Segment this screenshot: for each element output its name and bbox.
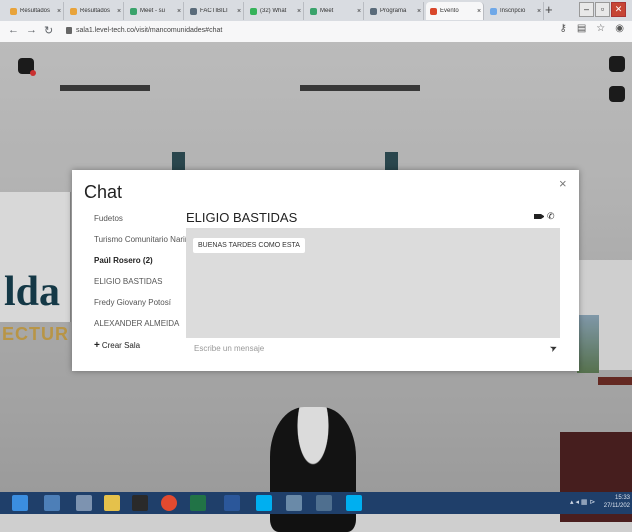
tab-close-icon[interactable]: × — [235, 8, 243, 15]
contact-item[interactable]: Turismo Comunitario Nariño — [94, 235, 194, 245]
contact-item[interactable]: Fredy Giovany Potosí — [94, 298, 194, 308]
tab-title: Inscripcio — [500, 8, 526, 14]
terminal-icon[interactable] — [132, 495, 148, 511]
favicon-icon — [310, 7, 317, 15]
tab-close-icon[interactable]: × — [475, 8, 483, 15]
extension-icon[interactable]: ▤ — [577, 23, 586, 34]
start-button-icon[interactable] — [12, 495, 28, 511]
close-icon[interactable]: × — [559, 176, 567, 191]
tab-title: Resultados — [80, 8, 111, 14]
phone-call-icon[interactable]: ✆ — [547, 211, 555, 222]
skype-icon[interactable] — [256, 495, 272, 511]
tab-close-icon[interactable]: × — [295, 8, 303, 15]
tab-close-icon[interactable]: × — [55, 8, 63, 15]
forward-icon[interactable]: → — [26, 24, 37, 36]
tab-title: Meet - su — [140, 8, 166, 14]
url-field[interactable]: sala1.level-tech.co/visit/mancomunidades… — [76, 25, 222, 37]
tab-title: Programa — [380, 8, 407, 14]
star-icon[interactable]: ☆ — [596, 23, 605, 34]
browser-tab[interactable]: FACTIBILI × — [186, 2, 244, 20]
system-tray-icons[interactable]: ▴ ◂ ▦ ⊳ — [570, 498, 595, 506]
skype-icon[interactable] — [346, 495, 362, 511]
favicon-icon — [430, 7, 437, 15]
tab-title: Evento — [440, 8, 459, 14]
file-explorer-icon[interactable] — [104, 495, 120, 511]
key-icon[interactable]: ⚷ — [560, 23, 567, 34]
minimize-button[interactable]: – — [579, 2, 594, 17]
contact-item[interactable]: Fudetos — [94, 214, 194, 224]
call-actions: ✆ — [534, 211, 555, 222]
tab-close-icon[interactable]: × — [535, 8, 543, 15]
task-view-icon[interactable] — [44, 495, 60, 511]
favicon-icon — [130, 7, 137, 15]
browser-tab-bar: Resultados × Resultados × Meet - su × FACTIBIL… — [0, 0, 632, 21]
chat-contact-name: ELIGIO BASTIDAS — [186, 210, 298, 225]
browser-tab[interactable]: Meet × — [306, 2, 364, 20]
lock-icon — [66, 27, 72, 34]
browser-tab[interactable]: (32) What × — [246, 2, 304, 20]
browser-tab[interactable]: Programa × — [366, 2, 424, 20]
favicon-icon — [190, 7, 197, 15]
profile-icon[interactable]: ◉ — [615, 23, 624, 34]
favicon-icon — [250, 7, 257, 15]
word-icon[interactable] — [224, 495, 240, 511]
video-call-icon[interactable] — [534, 214, 544, 219]
excel-icon[interactable] — [190, 495, 206, 511]
browser-toolbar: ⚷ ▤ ☆ ◉ — [560, 23, 624, 34]
tab-title: Meet — [320, 8, 334, 14]
tab-close-icon[interactable]: × — [175, 8, 183, 15]
contact-item[interactable]: ELIGIO BASTIDAS — [94, 277, 194, 287]
browser-tab[interactable]: Meet - su × — [126, 2, 184, 20]
contact-list: Fudetos Turismo Comunitario Nariño Paúl Ro… — [94, 214, 194, 351]
browser-tab[interactable]: Resultados × — [6, 2, 64, 20]
tab-close-icon[interactable]: × — [355, 8, 363, 15]
tab-title: (32) What — [260, 8, 287, 14]
clock[interactable]: 15:33 27/11/202 — [604, 494, 630, 510]
favicon-icon — [370, 7, 377, 15]
contact-item[interactable]: Paúl Rosero (2) — [94, 256, 194, 266]
message-area: BUENAS TARDES COMO ESTA — [186, 228, 560, 338]
message-input-row: ➤ — [186, 340, 560, 358]
new-tab-button[interactable]: + — [545, 2, 553, 18]
favicon-icon — [490, 7, 497, 15]
maximize-button[interactable]: ▫ — [595, 2, 610, 17]
browser-tab[interactable]: Resultados × — [66, 2, 124, 20]
tab-close-icon[interactable]: × — [415, 8, 423, 15]
app-icon[interactable] — [76, 495, 92, 511]
chat-modal: Chat × Fudetos Turismo Comunitario Nariño… — [72, 170, 579, 371]
browser-tab[interactable]: Inscripcio × — [486, 2, 544, 20]
tab-title: FACTIBILI — [200, 8, 228, 14]
back-icon[interactable]: ← — [8, 24, 19, 36]
pen-app-icon[interactable] — [316, 495, 332, 511]
tab-close-icon[interactable]: × — [115, 8, 123, 15]
create-room-button[interactable]: + Crear Sala — [94, 340, 194, 351]
browser-tab[interactable]: Evento × — [426, 2, 484, 20]
chat-title: Chat — [84, 182, 123, 202]
tab-title: Resultados — [20, 8, 51, 14]
app-icon[interactable] — [286, 495, 302, 511]
reload-icon[interactable]: ↻ — [44, 24, 53, 37]
favicon-icon — [70, 7, 77, 15]
window-close-button[interactable]: ✕ — [611, 2, 626, 17]
windows-taskbar: ▴ ◂ ▦ ⊳ 15:33 27/11/202 — [0, 492, 632, 514]
favicon-icon — [10, 7, 17, 15]
plus-icon: + — [94, 340, 100, 351]
message-input[interactable] — [186, 340, 552, 356]
address-bar: ← → ↻ sala1.level-tech.co/visit/mancomun… — [0, 21, 632, 43]
message-bubble: BUENAS TARDES COMO ESTA — [193, 238, 305, 253]
chrome-icon[interactable] — [161, 495, 177, 511]
contact-item[interactable]: ALEXANDER ALMEIDA — [94, 319, 194, 329]
window-controls: – ▫ ✕ — [579, 2, 626, 17]
